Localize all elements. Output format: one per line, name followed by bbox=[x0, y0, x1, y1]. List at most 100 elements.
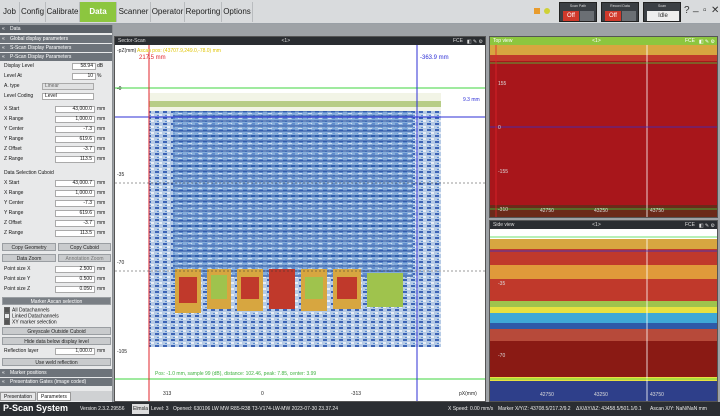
marker-readout: Marker X/Y/Z: 43708.5/217.2/9.2 bbox=[498, 406, 571, 412]
section-p-scan[interactable]: P-Scan Display Parameters bbox=[0, 53, 112, 61]
point-size-input[interactable]: 0.500 bbox=[55, 276, 95, 283]
param-input[interactable]: 43,000.0 bbox=[55, 106, 95, 113]
menu-operator[interactable]: Operator bbox=[151, 2, 185, 22]
marker-ascan-button[interactable]: Marker Ascan selection bbox=[2, 297, 111, 305]
x-tick: 42750 bbox=[540, 208, 554, 214]
app-version: Version 2.3.2.29556 bbox=[80, 406, 125, 412]
y-tick: -105 bbox=[117, 349, 128, 355]
cuboid-input[interactable]: -7.3 bbox=[55, 200, 95, 207]
restore-icon[interactable]: ▫ bbox=[703, 5, 707, 16]
x-tick: 43750 bbox=[650, 208, 664, 214]
a-type-row: A. type Linear bbox=[0, 82, 112, 91]
point-size-input[interactable]: 2.500 bbox=[55, 266, 95, 273]
level-coding-row: Level Coding Level bbox=[0, 92, 112, 101]
param-row: Y Center -7.3 mm bbox=[4, 126, 106, 133]
menu-reporting[interactable]: Reporting bbox=[185, 2, 222, 22]
cuboid-row: Y Range 619.6 mm bbox=[4, 210, 106, 217]
x-tick: 313 bbox=[163, 391, 172, 397]
a-type-select[interactable]: Linear bbox=[42, 83, 94, 90]
param-input[interactable]: -3.7 bbox=[55, 146, 95, 153]
menu-calibrate[interactable]: Calibrate bbox=[46, 2, 80, 22]
minimize-icon[interactable]: _ bbox=[693, 2, 699, 13]
app-window: Job Config Calibrate Data View Scanner O… bbox=[0, 0, 720, 416]
side-view-image bbox=[490, 229, 717, 401]
menu-job[interactable]: Job bbox=[0, 2, 20, 22]
side-view-canvas[interactable]: -35 -70 42750 43250 43750 bbox=[490, 229, 717, 401]
close-icon[interactable]: ✕ bbox=[711, 5, 719, 16]
x-tick: 43750 bbox=[650, 392, 664, 398]
top-view-canvas[interactable]: 155 0 -155 -310 42750 43250 43750 bbox=[490, 45, 717, 217]
param-row: Z Offset -3.7 mm bbox=[4, 146, 106, 153]
weld-reflection-button[interactable]: Use weld reflection bbox=[2, 358, 111, 366]
tab-presentation[interactable]: Presentation bbox=[0, 392, 37, 401]
menu-options[interactable]: Options bbox=[222, 2, 253, 22]
reflection-input[interactable]: 1,000.0 bbox=[55, 348, 95, 355]
copy-cuboid-button[interactable]: Copy Cuboid bbox=[58, 243, 111, 251]
x-axis-label: pX(mm) bbox=[459, 391, 477, 397]
red-marker-label: 217.5 mm bbox=[139, 55, 166, 61]
cuboid-input[interactable]: 113.5 bbox=[55, 230, 95, 237]
display-level-row: Display Level 58.94 dB bbox=[4, 63, 104, 70]
speed-readout: X Speed: 0.00 mm/s bbox=[448, 406, 494, 412]
section-s-scan[interactable]: S-Scan Display Parameters bbox=[0, 44, 112, 52]
menu-scanner[interactable]: Scanner bbox=[117, 2, 151, 22]
hide-data-button[interactable]: Hide data below display level bbox=[2, 337, 111, 345]
y-tick: -35 bbox=[498, 281, 506, 287]
data-panel: Data Global display parameters S-Scan Di… bbox=[0, 25, 113, 402]
ascan-readout: Ascan X/Y: NaN/NaN mm bbox=[650, 406, 707, 412]
ascan-position: Ascan pos: (43707.9,249.0,-78.0) mm bbox=[137, 48, 221, 54]
warning-icon[interactable] bbox=[534, 8, 540, 14]
xy-marker-checkbox[interactable]: XY marker selection bbox=[4, 319, 57, 325]
param-row: X Start 43,000.0 mm bbox=[4, 106, 106, 113]
point-size-input[interactable]: 0.050 bbox=[55, 286, 95, 293]
scan-path-indicator[interactable]: Scan Path Off bbox=[559, 2, 597, 22]
status-light-icon bbox=[544, 8, 550, 14]
delta-readout: ΔX/ΔY/ΔZ: 43458.5/501.1/0.1 bbox=[576, 406, 642, 412]
section-marker-positions[interactable]: Marker positions bbox=[0, 369, 112, 377]
help-icon[interactable]: ? bbox=[684, 5, 690, 16]
copy-geometry-button[interactable]: Copy Geometry bbox=[2, 243, 56, 251]
cuboid-title: Data Selection Cuboid bbox=[4, 170, 54, 176]
reflection-row: Reflection layer 1,000.0 mm bbox=[4, 348, 106, 355]
y-tick: -35 bbox=[117, 172, 125, 178]
cuboid-input[interactable]: 43,000.7 bbox=[55, 180, 95, 187]
level-at-input[interactable]: 10 bbox=[72, 73, 96, 80]
level-text: Level: 3 bbox=[151, 406, 169, 412]
menu-bar: Job Config Calibrate Data View Scanner O… bbox=[0, 0, 720, 36]
cuboid-input[interactable]: 619.6 bbox=[55, 210, 95, 217]
cuboid-row: X Range 1,000.0 mm bbox=[4, 190, 106, 197]
point-size-row: Point size X 2.500 mm bbox=[4, 266, 106, 273]
sector-scan-image bbox=[115, 45, 485, 401]
panel-title[interactable]: Data bbox=[0, 25, 112, 33]
x-tick: 42750 bbox=[540, 392, 554, 398]
level-coding-select[interactable]: Level bbox=[42, 93, 94, 100]
menu-config[interactable]: Config bbox=[20, 2, 46, 22]
top-view: Top view <1> FCE ◧ ✎ ⚙ 155 0 -155 -310 4… bbox=[489, 36, 718, 218]
y-tick: 155 bbox=[498, 81, 507, 87]
point-size-row: Point size Z 0.050 mm bbox=[4, 286, 106, 293]
greyscale-button[interactable]: Greyscale Outside Cuboid bbox=[2, 327, 111, 335]
display-level-input[interactable]: 58.94 bbox=[72, 63, 96, 70]
cuboid-input[interactable]: -3.7 bbox=[55, 220, 95, 227]
top-view-header: Top view <1> FCE ◧ ✎ ⚙ bbox=[490, 37, 717, 45]
sector-scan-canvas[interactable]: -pZ(mm) Ascan pos: (43707.9,249.0,-78.0)… bbox=[115, 45, 485, 401]
param-input[interactable]: 1,000.0 bbox=[55, 116, 95, 123]
side-view: Side view <1> FCE ◧ ✎ ⚙ -35 -70 42750 43… bbox=[489, 220, 718, 402]
blue-marker-label: -363.9 mm bbox=[420, 55, 449, 61]
app-logo: P-Scan System bbox=[3, 403, 69, 413]
data-zoom-button[interactable]: Data Zoom bbox=[2, 254, 56, 262]
param-input[interactable]: 619.6 bbox=[55, 136, 95, 143]
menu-data-view[interactable]: Data View bbox=[80, 2, 117, 36]
param-row: X Range 1,000.0 mm bbox=[4, 116, 106, 123]
record-data-indicator[interactable]: Record Data Off bbox=[601, 2, 639, 22]
annotation-zoom-button[interactable]: Annotation Zoom bbox=[58, 254, 111, 262]
section-global-display[interactable]: Global display parameters bbox=[0, 35, 112, 43]
cuboid-row: X Start 43,000.7 mm bbox=[4, 180, 106, 187]
section-presentation-gates[interactable]: Presentation Gates (image coded) bbox=[0, 378, 112, 386]
y-tick: -155 bbox=[498, 169, 509, 175]
param-input[interactable]: 113.5 bbox=[55, 156, 95, 163]
tab-parameters[interactable]: Parameters bbox=[37, 392, 71, 401]
scan-state-indicator[interactable]: Scan Idle bbox=[643, 2, 681, 22]
param-input[interactable]: -7.3 bbox=[55, 126, 95, 133]
cuboid-input[interactable]: 1,000.0 bbox=[55, 190, 95, 197]
